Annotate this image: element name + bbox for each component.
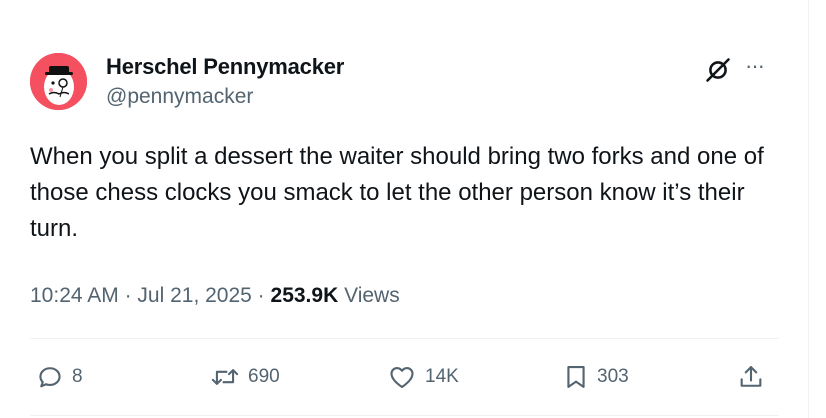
tweet-time[interactable]: 10:24 AM (30, 284, 119, 307)
more-options-button[interactable]: ··· (745, 53, 765, 79)
heart-icon (390, 366, 414, 388)
share-button[interactable] (737, 363, 765, 391)
views-count: 253.9K (270, 284, 339, 307)
avatar[interactable] (30, 53, 87, 110)
tweet-meta: 10:24 AM · Jul 21, 2025 · 253.9K Views (30, 284, 400, 308)
meta-separator: · (118, 284, 138, 307)
author-handle[interactable]: @pennymacker (106, 85, 253, 109)
views-label: Views (338, 284, 400, 307)
divider (30, 338, 779, 339)
share-icon (740, 366, 762, 387)
divider (30, 415, 779, 416)
avatar-image (30, 53, 87, 110)
meta-separator: · (251, 284, 271, 307)
reply-count: 8 (72, 366, 83, 387)
tweet-text: When you split a dessert the waiter shou… (30, 143, 764, 242)
reply-button[interactable]: 8 (36, 363, 83, 391)
author-name[interactable]: Herschel Pennymacker (106, 54, 344, 80)
bookmark-icon (567, 366, 585, 388)
repost-icon (211, 369, 239, 385)
tweet-card: Herschel Pennymacker @pennymacker ··· Wh… (0, 0, 809, 418)
like-button[interactable]: 14K (387, 363, 459, 391)
like-count: 14K (425, 366, 459, 387)
grok-icon[interactable] (704, 56, 732, 84)
bookmark-count: 303 (597, 366, 629, 387)
bookmark-button[interactable]: 303 (563, 363, 629, 391)
tweet-date[interactable]: Jul 21, 2025 (137, 284, 251, 307)
repost-button[interactable]: 690 (210, 363, 280, 391)
repost-count: 690 (248, 366, 280, 387)
reply-icon (39, 367, 61, 388)
